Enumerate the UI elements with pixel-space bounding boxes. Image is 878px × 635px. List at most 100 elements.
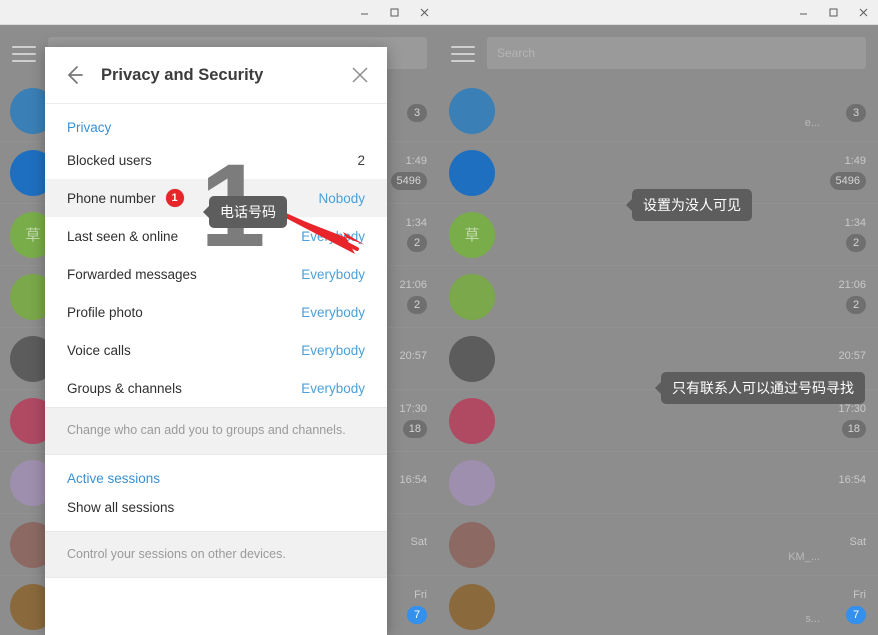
privacy-row-value: Everybody bbox=[301, 342, 365, 358]
hamburger-menu-icon[interactable] bbox=[12, 41, 36, 67]
chat-timestamp: 21:06 bbox=[838, 279, 866, 291]
close-icon[interactable] bbox=[409, 0, 439, 25]
privacy-row-value: Everybody bbox=[301, 380, 365, 396]
privacy-rows: Blocked users 2 Phone number 1 Nobody Last se… bbox=[45, 141, 387, 407]
chat-timestamp: 17:30 bbox=[399, 403, 427, 415]
chat-meta: 20:57 bbox=[399, 350, 427, 367]
chat-timestamp: 17:30 bbox=[838, 403, 866, 415]
privacy-row-value: Everybody bbox=[301, 304, 365, 320]
sessions-note: Control your sessions on other devices. bbox=[45, 530, 387, 578]
chat-meta: Sat bbox=[410, 536, 427, 553]
unread-badge: 3 bbox=[846, 104, 866, 122]
chat-snippet: KM_... bbox=[788, 551, 820, 563]
unread-badge: 18 bbox=[841, 420, 866, 438]
minimize-icon[interactable] bbox=[349, 0, 379, 25]
dialog-header: Privacy and Security bbox=[45, 47, 387, 104]
privacy-row-value: 2 bbox=[357, 152, 365, 168]
privacy-row-label: Last seen & online bbox=[67, 228, 179, 244]
privacy-row-blocked-users[interactable]: Blocked users 2 bbox=[45, 141, 387, 179]
avatar bbox=[449, 521, 495, 568]
annotation-badge-1: 1 bbox=[165, 189, 184, 207]
chat-timestamp: 1:49 bbox=[844, 155, 866, 167]
groups-note: Change who can add you to groups and cha… bbox=[45, 407, 387, 455]
unread-badge: 5496 bbox=[829, 172, 866, 190]
privacy-row-label: Voice calls bbox=[67, 342, 131, 358]
right-window: Search e... 3 1:49 5496 草 1:34 2 21:06 2 20:57 17:… bbox=[439, 0, 878, 635]
chat-timestamp: Fri bbox=[414, 589, 427, 601]
left-titlebar bbox=[0, 0, 439, 25]
right-app-background: Search e... 3 1:49 5496 草 1:34 2 21:06 2 20:57 17:… bbox=[439, 25, 878, 635]
chat-list-item[interactable]: KM_... Sat bbox=[439, 514, 878, 576]
privacy-row-groups-channels[interactable]: Groups & channels Everybody bbox=[45, 369, 387, 407]
privacy-and-security-dialog: Privacy and Security Privacy Blocked use… bbox=[45, 47, 387, 635]
unread-badge: 2 bbox=[407, 296, 427, 314]
tooltip-phone-number: 电话号码 bbox=[203, 196, 287, 228]
tooltip-only-contacts: 只有联系人可以通过号码寻找 bbox=[655, 372, 865, 404]
maximize-icon[interactable] bbox=[818, 0, 848, 25]
close-icon[interactable] bbox=[848, 0, 878, 25]
chat-meta: Fri 7 bbox=[407, 589, 427, 624]
avatar bbox=[449, 459, 495, 506]
privacy-row-value: Everybody bbox=[301, 266, 365, 282]
back-arrow-icon[interactable] bbox=[61, 62, 87, 88]
chat-list-item[interactable]: 21:06 2 bbox=[439, 266, 878, 328]
maximize-icon[interactable] bbox=[379, 0, 409, 25]
unread-badge: 3 bbox=[407, 104, 427, 122]
privacy-row-label: Forwarded messages bbox=[67, 266, 197, 282]
privacy-row-value: Nobody bbox=[318, 190, 365, 206]
chat-meta: 17:30 18 bbox=[399, 403, 427, 438]
chat-list-item[interactable]: 16:54 bbox=[439, 452, 878, 514]
chat-timestamp: 16:54 bbox=[399, 474, 427, 486]
privacy-row-forwarded-messages[interactable]: Forwarded messages Everybody bbox=[45, 255, 387, 293]
avatar bbox=[449, 149, 495, 196]
chat-timestamp: Fri bbox=[853, 589, 866, 601]
privacy-row-voice-calls[interactable]: Voice calls Everybody bbox=[45, 331, 387, 369]
unread-badge: 18 bbox=[402, 420, 427, 438]
avatar bbox=[449, 583, 495, 630]
section-privacy: Privacy bbox=[67, 120, 112, 135]
chat-snippet: s... bbox=[805, 613, 820, 625]
chat-timestamp: Sat bbox=[849, 536, 866, 548]
right-titlebar bbox=[439, 0, 878, 25]
chat-timestamp: 20:57 bbox=[838, 350, 866, 362]
chat-meta: 1:34 2 bbox=[406, 217, 427, 252]
privacy-row-profile-photo[interactable]: Profile photo Everybody bbox=[45, 293, 387, 331]
show-all-sessions-link[interactable]: Show all sessions bbox=[45, 492, 387, 531]
page-title: Privacy and Security bbox=[101, 65, 264, 84]
chat-meta: 1:49 5496 bbox=[829, 155, 866, 190]
chat-meta: 21:06 2 bbox=[399, 279, 427, 314]
chat-meta: 16:54 bbox=[838, 474, 866, 491]
chat-list[interactable]: e... 3 1:49 5496 草 1:34 2 21:06 2 20:57 17:30 18 16:… bbox=[439, 80, 878, 635]
chat-list-item[interactable]: s... Fri 7 bbox=[439, 576, 878, 635]
chat-meta: 21:06 2 bbox=[838, 279, 866, 314]
avatar bbox=[449, 273, 495, 320]
screen: Search e... 3 1:49 5496 草 1:34 2 21:06 2 20:57 17:… bbox=[0, 0, 878, 635]
chat-timestamp: Sat bbox=[410, 536, 427, 548]
unread-badge: 2 bbox=[407, 234, 427, 252]
search-input[interactable]: Search bbox=[487, 37, 866, 69]
chat-timestamp: 1:34 bbox=[405, 217, 427, 229]
chat-timestamp: 1:49 bbox=[405, 155, 427, 167]
unread-badge: 7 bbox=[407, 606, 427, 624]
privacy-row-label: Blocked users bbox=[67, 152, 152, 168]
chat-timestamp: 1:34 bbox=[844, 217, 866, 229]
chat-meta: 3 bbox=[407, 99, 427, 122]
chat-meta: 3 bbox=[846, 99, 866, 122]
tooltip-set-nobody: 设置为没人可见 bbox=[626, 189, 752, 221]
chat-meta: Sat bbox=[849, 536, 866, 553]
active-sessions-link[interactable]: Active sessions bbox=[45, 455, 387, 492]
chat-meta: Fri 7 bbox=[846, 589, 866, 624]
unread-badge: 2 bbox=[846, 234, 866, 252]
unread-badge: 2 bbox=[846, 296, 866, 314]
avatar: 草 bbox=[449, 211, 495, 258]
unread-badge: 5496 bbox=[390, 172, 427, 190]
chat-meta: 1:34 2 bbox=[845, 217, 866, 252]
privacy-row-label: Phone number bbox=[67, 190, 156, 206]
close-icon[interactable] bbox=[349, 64, 371, 86]
privacy-row-label: Groups & channels bbox=[67, 380, 182, 396]
chat-list-item[interactable]: e... 3 bbox=[439, 80, 878, 142]
hamburger-menu-icon[interactable] bbox=[451, 41, 475, 67]
chat-meta: 16:54 bbox=[399, 474, 427, 491]
avatar bbox=[449, 87, 495, 134]
minimize-icon[interactable] bbox=[788, 0, 818, 25]
